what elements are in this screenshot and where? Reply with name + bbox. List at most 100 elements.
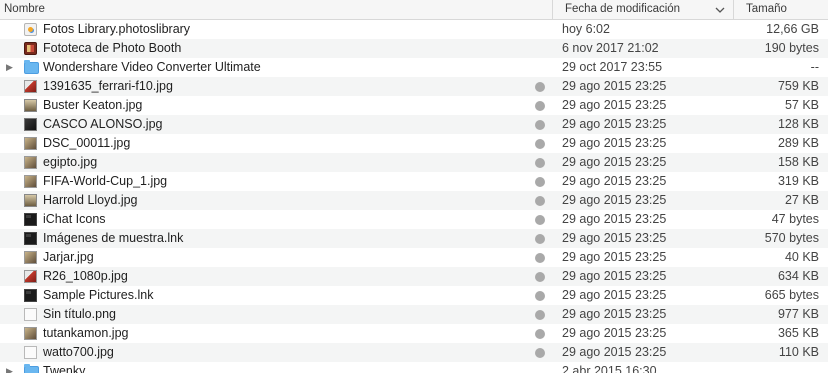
file-row[interactable]: iChat Icons 29 ago 2015 23:25 47 bytes <box>0 210 828 229</box>
file-name: Sin título.png <box>43 307 116 321</box>
file-name: Jarjar.jpg <box>43 250 94 264</box>
column-header-date[interactable]: Fecha de modificación <box>552 0 733 19</box>
file-row[interactable]: DSC_00011.jpg 29 ago 2015 23:25 289 KB <box>0 134 828 153</box>
disclosure-triangle-icon[interactable]: ▶ <box>6 58 13 77</box>
image-file-icon <box>24 175 37 188</box>
image-file-icon <box>24 99 37 112</box>
file-name: Imágenes de muestra.lnk <box>43 231 184 245</box>
file-name: FIFA-World-Cup_1.jpg <box>43 174 168 188</box>
image-file-icon <box>24 251 37 264</box>
file-size: 190 bytes <box>764 41 819 55</box>
file-modified-date: 29 ago 2015 23:25 <box>562 307 667 321</box>
file-name: CASCO ALONSO.jpg <box>43 117 163 131</box>
file-name: 1391635_ferrari-f10.jpg <box>43 79 173 93</box>
file-modified-date: 29 ago 2015 23:25 <box>562 79 667 93</box>
image-file-icon <box>24 156 37 169</box>
file-row[interactable]: Buster Keaton.jpg 29 ago 2015 23:25 57 KB <box>0 96 828 115</box>
column-header-date-label: Fecha de modificación <box>565 3 681 15</box>
file-size: 289 KB <box>777 136 819 150</box>
file-size: 40 KB <box>784 250 819 264</box>
sync-status-dot-icon <box>535 348 545 358</box>
file-size: 365 KB <box>777 326 819 340</box>
file-row[interactable]: R26_1080p.jpg 29 ago 2015 23:25 634 KB <box>0 267 828 286</box>
finder-list-view: Nombre Fecha de modificación Tamaño Foto… <box>0 0 828 373</box>
file-row[interactable]: Sin título.png 29 ago 2015 23:25 977 KB <box>0 305 828 324</box>
folder-icon <box>24 364 39 373</box>
file-row[interactable]: egipto.jpg 29 ago 2015 23:25 158 KB <box>0 153 828 172</box>
file-modified-date: 6 nov 2017 21:02 <box>562 41 659 55</box>
file-modified-date: 29 oct 2017 23:55 <box>562 60 663 74</box>
file-modified-date: 29 ago 2015 23:25 <box>562 117 667 131</box>
file-row[interactable]: Fototeca de Photo Booth 6 nov 2017 21:02 1… <box>0 39 828 58</box>
file-name: egipto.jpg <box>43 155 98 169</box>
file-modified-date: 29 ago 2015 23:25 <box>562 288 667 302</box>
file-modified-date: 29 ago 2015 23:25 <box>562 231 667 245</box>
file-row[interactable]: tutankamon.jpg 29 ago 2015 23:25 365 KB <box>0 324 828 343</box>
file-size: -- <box>810 60 819 74</box>
file-name: Fotos Library.photoslibrary <box>43 22 191 36</box>
file-size: 634 KB <box>777 269 819 283</box>
file-size: 110 KB <box>778 345 819 359</box>
photo-booth-library-icon <box>24 42 37 55</box>
image-file-icon <box>24 137 37 150</box>
file-name: tutankamon.jpg <box>43 326 129 340</box>
column-header-size[interactable]: Tamaño <box>733 0 828 19</box>
file-modified-date: 29 ago 2015 23:25 <box>562 98 667 112</box>
file-name: Harrold Lloyd.jpg <box>43 193 138 207</box>
alias-icon <box>24 213 37 226</box>
sync-status-dot-icon <box>535 177 545 187</box>
file-size: 158 KB <box>777 155 819 169</box>
file-name: DSC_00011.jpg <box>43 136 131 150</box>
file-modified-date: 29 ago 2015 23:25 <box>562 155 667 169</box>
file-size: 977 KB <box>777 307 819 321</box>
file-name: watto700.jpg <box>43 345 114 359</box>
column-header-name-label: Nombre <box>4 3 45 15</box>
file-size: 128 KB <box>777 117 819 131</box>
image-file-icon <box>24 194 37 207</box>
column-header-name[interactable]: Nombre <box>0 0 551 19</box>
file-name: Buster Keaton.jpg <box>43 98 143 112</box>
file-row[interactable]: CASCO ALONSO.jpg 29 ago 2015 23:25 128 KB <box>0 115 828 134</box>
file-modified-date: 29 ago 2015 23:25 <box>562 326 667 340</box>
file-size: 570 bytes <box>764 231 819 245</box>
file-row[interactable]: Sample Pictures.lnk 29 ago 2015 23:25 665 … <box>0 286 828 305</box>
file-row[interactable]: ▶ Twenky 2 abr 2015 16:30 <box>0 362 828 373</box>
file-row[interactable]: Imágenes de muestra.lnk 29 ago 2015 23:25… <box>0 229 828 248</box>
file-size: 47 bytes <box>771 212 819 226</box>
image-file-icon <box>24 327 37 340</box>
file-name: Fototeca de Photo Booth <box>43 41 182 55</box>
image-file-icon <box>24 346 37 359</box>
file-row[interactable]: 1391635_ferrari-f10.jpg 29 ago 2015 23:25… <box>0 77 828 96</box>
sync-status-dot-icon <box>535 272 545 282</box>
file-row[interactable]: Fotos Library.photoslibrary hoy 6:02 12,66… <box>0 20 828 39</box>
file-size: 12,66 GB <box>766 22 819 36</box>
alias-icon <box>24 232 37 245</box>
disclosure-triangle-icon[interactable]: ▶ <box>6 362 13 373</box>
file-modified-date: 29 ago 2015 23:25 <box>562 193 667 207</box>
file-size: 27 KB <box>784 193 819 207</box>
file-modified-date: 29 ago 2015 23:25 <box>562 250 667 264</box>
column-header-size-label: Tamaño <box>746 3 787 15</box>
file-row[interactable]: ▶ Wondershare Video Converter Ultimate 29 … <box>0 58 828 77</box>
file-row[interactable]: Harrold Lloyd.jpg 29 ago 2015 23:25 27 KB <box>0 191 828 210</box>
file-modified-date: 29 ago 2015 23:25 <box>562 269 667 283</box>
image-file-icon <box>24 118 37 131</box>
photos-library-icon <box>24 23 37 36</box>
file-modified-date: 29 ago 2015 23:25 <box>562 136 667 150</box>
alias-icon <box>24 289 37 302</box>
file-row[interactable]: watto700.jpg 29 ago 2015 23:25 110 KB <box>0 343 828 362</box>
sync-status-dot-icon <box>535 82 545 92</box>
sync-status-dot-icon <box>535 158 545 168</box>
file-modified-date: hoy 6:02 <box>562 22 610 36</box>
folder-icon <box>24 60 39 74</box>
sync-status-dot-icon <box>535 101 545 111</box>
file-name: Twenky <box>43 364 86 373</box>
file-size: 665 bytes <box>764 288 819 302</box>
image-file-icon <box>24 80 37 93</box>
file-size: 759 KB <box>777 79 819 93</box>
sync-status-dot-icon <box>535 196 545 206</box>
file-row[interactable]: FIFA-World-Cup_1.jpg 29 ago 2015 23:25 319… <box>0 172 828 191</box>
file-modified-date: 2 abr 2015 16:30 <box>562 364 657 373</box>
sync-status-dot-icon <box>535 291 545 301</box>
file-row[interactable]: Jarjar.jpg 29 ago 2015 23:25 40 KB <box>0 248 828 267</box>
